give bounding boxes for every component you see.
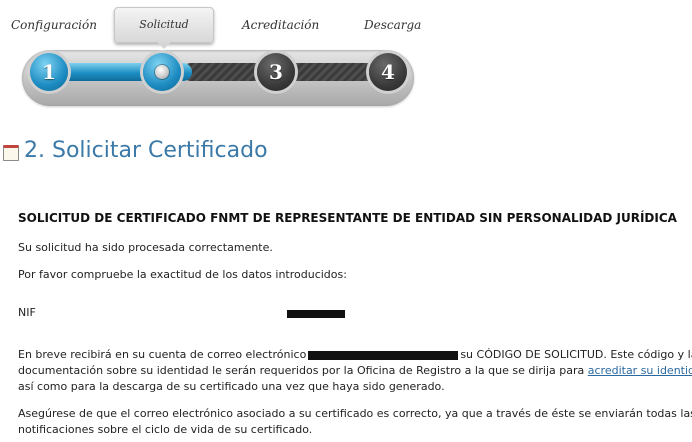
email-text-1: En breve recibirá en su cuenta de correo… xyxy=(18,348,307,361)
page-title: 2. Solicitar Certificado xyxy=(3,138,268,163)
notice-paragraph: Asegúrese de que el correo electrónico a… xyxy=(18,406,692,438)
email-paragraph: En breve recibirá en su cuenta de correo… xyxy=(18,347,692,395)
calendar-icon xyxy=(3,144,19,161)
step-circle-4[interactable]: 4 xyxy=(369,53,407,91)
check-data-message: Por favor compruebe la exactitud de los … xyxy=(18,268,347,281)
acreditar-identidad-link[interactable]: acreditar su identidad xyxy=(588,364,692,377)
step-number-4: 4 xyxy=(381,60,395,84)
nif-label: NIF xyxy=(18,306,36,319)
email-text-3: documentación sobre su identidad le será… xyxy=(18,364,585,377)
page-title-text: 2. Solicitar Certificado xyxy=(24,138,268,163)
notice-line-1: Asegúrese de que el correo electrónico a… xyxy=(18,407,692,420)
step-tab-solicitud[interactable]: Solicitud xyxy=(114,7,214,49)
email-text-4: así como para la descarga de su certific… xyxy=(18,380,445,393)
step-circle-3[interactable]: 3 xyxy=(257,53,295,91)
stepper-track: 1 3 4 xyxy=(22,50,414,106)
section-heading: SOLICITUD DE CERTIFICADO FNMT DE REPRESE… xyxy=(18,211,677,225)
step-number-1: 1 xyxy=(42,60,56,84)
step-label-descarga[interactable]: Descarga xyxy=(364,18,421,32)
processed-message: Su solicitud ha sido procesada correctam… xyxy=(18,241,273,254)
step-circle-1[interactable]: 1 xyxy=(30,53,68,91)
step-label-acreditacion[interactable]: Acreditación xyxy=(242,18,319,32)
step-number-3: 3 xyxy=(269,60,283,84)
nif-value-redacted xyxy=(287,310,345,318)
step-label-solicitud: Solicitud xyxy=(139,18,189,31)
current-step-knob-icon xyxy=(155,65,169,79)
step-circle-2-current[interactable] xyxy=(143,53,181,91)
email-redacted xyxy=(308,350,459,360)
notice-line-2: notificaciones sobre el ciclo de vida de… xyxy=(18,423,313,436)
step-label-configuracion[interactable]: Configuración xyxy=(11,18,97,32)
email-text-2: su CÓDIGO DE SOLICITUD. Este código y la xyxy=(460,348,692,361)
